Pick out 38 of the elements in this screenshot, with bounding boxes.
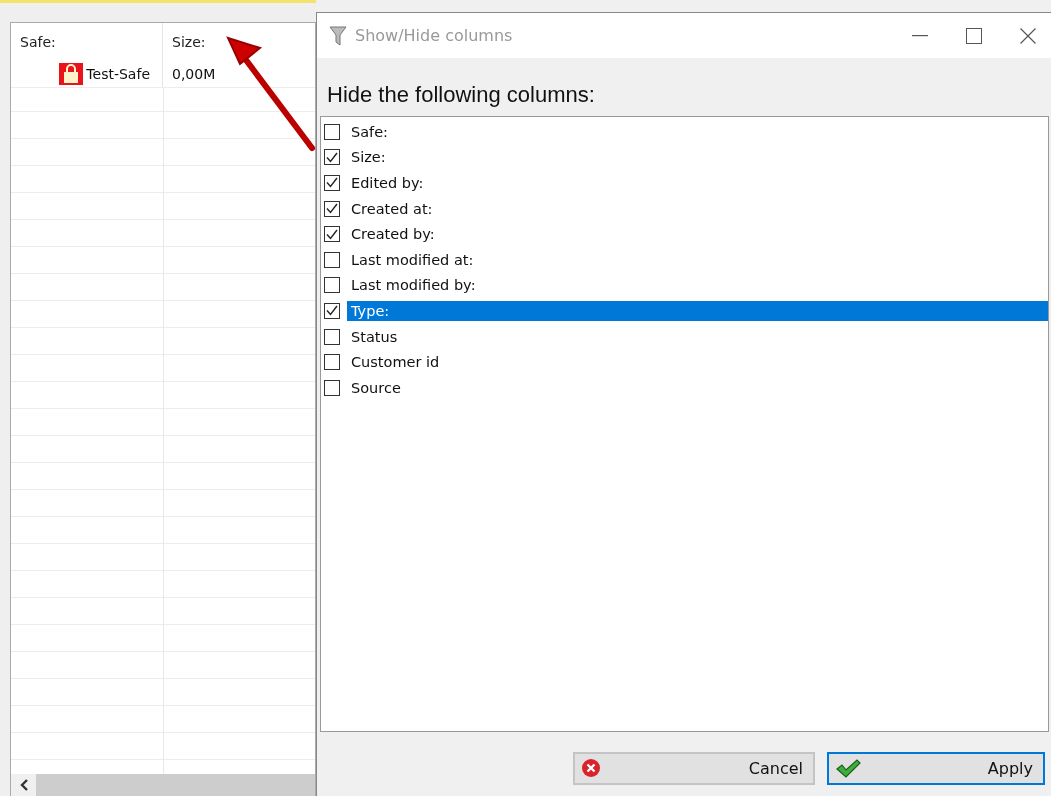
- column-header[interactable]: Size:: [163, 23, 315, 60]
- checkbox[interactable]: [324, 277, 340, 294]
- checkbox[interactable]: [324, 328, 340, 345]
- table-cell-text: 0,00M: [171, 64, 217, 84]
- list-item[interactable]: Type:: [347, 300, 1048, 321]
- list-item[interactable]: Last modified at:: [347, 249, 1048, 270]
- funnel-icon: [329, 24, 347, 47]
- dialog-heading: Hide the following columns:: [326, 81, 596, 109]
- window-title: Show/Hide columns: [355, 26, 514, 45]
- list-item[interactable]: Customer id: [347, 352, 1048, 373]
- horizontal-scrollbar[interactable]: [11, 774, 315, 796]
- cancel-icon: [581, 758, 601, 778]
- list-item[interactable]: Edited by:: [347, 173, 1048, 193]
- padlock-icon: [59, 62, 84, 85]
- chevron-left-icon[interactable]: [18, 779, 29, 791]
- checkbox[interactable]: [324, 251, 340, 268]
- list-item[interactable]: Source: [347, 377, 1048, 398]
- checkbox[interactable]: [324, 379, 340, 396]
- checkbox[interactable]: [324, 175, 340, 191]
- checkbox[interactable]: [324, 123, 340, 140]
- list-item[interactable]: Last modified by:: [347, 275, 1048, 296]
- checkbox[interactable]: [324, 226, 340, 243]
- close-icon[interactable]: [1020, 27, 1036, 44]
- list-item[interactable]: Created at:: [347, 198, 1048, 219]
- checkbox[interactable]: [324, 354, 340, 371]
- checkbox[interactable]: [324, 302, 340, 319]
- cancel-button[interactable]: Cancel: [573, 751, 815, 785]
- list-item[interactable]: Size:: [347, 147, 1048, 168]
- list-item[interactable]: Status: [347, 326, 1048, 347]
- checkmark-icon: [835, 758, 861, 778]
- checkbox[interactable]: [324, 149, 340, 166]
- table-cell: Test-Safe: [11, 60, 163, 87]
- checkbox[interactable]: [324, 200, 340, 217]
- minimize-icon[interactable]: [912, 34, 928, 37]
- apply-button[interactable]: Apply: [827, 751, 1045, 785]
- maximize-icon[interactable]: [966, 27, 982, 44]
- list-item[interactable]: Safe:: [347, 121, 1048, 142]
- list-item[interactable]: Created by:: [347, 224, 1048, 245]
